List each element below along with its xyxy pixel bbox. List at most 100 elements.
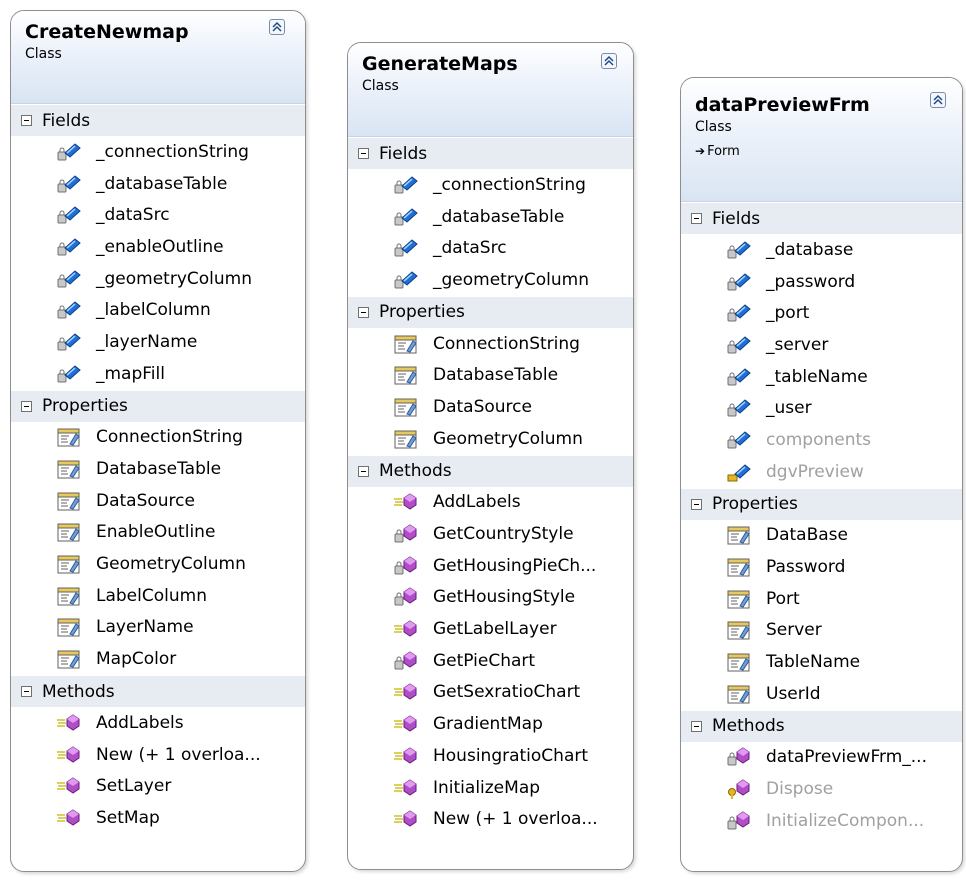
collapse-minus-icon[interactable] — [21, 400, 32, 412]
method-item[interactable]: GetHousingStyle — [348, 582, 633, 614]
collapse-minus-icon[interactable] — [691, 720, 702, 732]
collapse-minus-icon[interactable] — [358, 306, 369, 318]
property-item[interactable]: DataSource — [11, 485, 305, 517]
private-method-icon — [393, 523, 419, 545]
property-item[interactable]: LayerName — [11, 612, 305, 644]
property-item[interactable]: LabelColumn — [11, 580, 305, 612]
field-item[interactable]: _dataSrc — [348, 232, 633, 264]
collapse-chevron-icon[interactable] — [269, 19, 285, 35]
class-box-createnewmap[interactable]: CreateNewmap Class Fields _connectionStr… — [10, 10, 306, 872]
field-item[interactable]: _server — [681, 329, 962, 361]
method-item[interactable]: SetMap — [11, 802, 305, 834]
collapse-minus-icon[interactable] — [358, 465, 369, 477]
member-name: _dataSrc — [433, 238, 507, 259]
property-item[interactable]: Port — [681, 583, 962, 615]
public-method-icon — [393, 713, 419, 735]
method-item[interactable]: GetLabelLayer — [348, 613, 633, 645]
member-name: MapColor — [96, 649, 177, 670]
collapse-chevron-icon[interactable] — [601, 53, 617, 69]
method-item[interactable]: Dispose — [681, 773, 962, 805]
section-title: Fields — [42, 110, 91, 131]
method-item[interactable]: dataPreviewFrm_... — [681, 742, 962, 774]
class-box-datapreviewfrm[interactable]: dataPreviewFrm Class ➔ Form Fields _datab… — [680, 77, 963, 872]
field-item[interactable]: _connectionString — [348, 169, 633, 201]
methods-section-header[interactable]: Methods — [11, 675, 305, 707]
field-item[interactable]: _layerName — [11, 326, 305, 358]
method-item[interactable]: GetHousingPieCh... — [348, 550, 633, 582]
properties-section-header[interactable]: Properties — [348, 295, 633, 328]
field-item[interactable]: _labelColumn — [11, 294, 305, 326]
method-item[interactable]: GetCountryStyle — [348, 518, 633, 550]
property-item[interactable]: UserId — [681, 678, 962, 710]
field-item[interactable]: _mapFill — [11, 358, 305, 390]
collapse-minus-icon[interactable] — [691, 213, 702, 224]
public-method-icon — [393, 777, 419, 799]
fields-section-header[interactable]: Fields — [348, 137, 633, 169]
method-item[interactable]: New (+ 1 overloa... — [348, 803, 633, 835]
property-item[interactable]: DatabaseTable — [348, 359, 633, 391]
member-name: _dataSrc — [96, 205, 170, 226]
properties-section-header[interactable]: Properties — [681, 487, 962, 520]
property-item[interactable]: Password — [681, 551, 962, 583]
field-item[interactable]: _geometryColumn — [11, 263, 305, 295]
property-item[interactable]: DatabaseTable — [11, 453, 305, 485]
property-item[interactable]: GeometryColumn — [348, 423, 633, 455]
property-item[interactable]: TableName — [681, 646, 962, 678]
member-name: GetPieChart — [433, 650, 536, 671]
method-item[interactable]: New (+ 1 overloa... — [11, 739, 305, 771]
field-item[interactable]: _databaseTable — [11, 168, 305, 200]
collapse-minus-icon[interactable] — [21, 686, 32, 697]
public-method-icon — [56, 712, 82, 734]
field-item[interactable]: _databaseTable — [348, 201, 633, 233]
field-item[interactable]: components — [681, 424, 962, 456]
member-name: _databaseTable — [433, 206, 565, 227]
field-item[interactable]: _dataSrc — [11, 199, 305, 231]
class-box-generatemaps[interactable]: GenerateMaps Class Fields _connectionStr… — [347, 42, 634, 870]
field-item[interactable]: _user — [681, 392, 962, 424]
class-header: GenerateMaps Class — [348, 43, 633, 137]
method-item[interactable]: SetLayer — [11, 770, 305, 802]
field-item[interactable]: _database — [681, 234, 962, 266]
class-header: CreateNewmap Class — [11, 11, 305, 104]
collapse-minus-icon[interactable] — [691, 498, 702, 510]
fields-section-header[interactable]: Fields — [11, 104, 305, 136]
fields-section-header[interactable]: Fields — [681, 202, 962, 234]
properties-list: DataBase Password Port Server TableName UserI… — [681, 520, 962, 710]
method-item[interactable]: InitializeMap — [348, 772, 633, 804]
field-item[interactable]: _password — [681, 266, 962, 298]
property-icon — [56, 616, 82, 638]
property-item[interactable]: Server — [681, 615, 962, 647]
property-item[interactable]: DataBase — [681, 520, 962, 552]
method-item[interactable]: GetSexratioChart — [348, 677, 633, 709]
method-item[interactable]: GetPieChart — [348, 645, 633, 677]
methods-section-header[interactable]: Methods — [348, 454, 633, 487]
method-item[interactable]: AddLabels — [11, 707, 305, 739]
method-item[interactable]: InitializeCompon... — [681, 805, 962, 837]
property-icon — [393, 396, 419, 418]
properties-section-header[interactable]: Properties — [11, 389, 305, 422]
field-item[interactable]: _enableOutline — [11, 231, 305, 263]
field-item[interactable]: _geometryColumn — [348, 264, 633, 296]
field-item[interactable]: _tableName — [681, 361, 962, 393]
property-item[interactable]: EnableOutline — [11, 517, 305, 549]
methods-section-header[interactable]: Methods — [681, 709, 962, 742]
class-kind: Class — [25, 46, 62, 62]
method-item[interactable]: GradientMap — [348, 708, 633, 740]
collapse-minus-icon[interactable] — [358, 148, 369, 159]
property-item[interactable]: GeometryColumn — [11, 548, 305, 580]
collapse-chevron-icon[interactable] — [930, 92, 946, 108]
private-field-icon — [56, 236, 82, 258]
property-item[interactable]: MapColor — [11, 643, 305, 675]
method-item[interactable]: HousingratioChart — [348, 740, 633, 772]
method-item[interactable]: AddLabels — [348, 487, 633, 519]
property-item[interactable]: DataSource — [348, 391, 633, 423]
field-item[interactable]: _connectionString — [11, 136, 305, 168]
collapse-minus-icon[interactable] — [21, 115, 32, 126]
property-item[interactable]: ConnectionString — [348, 328, 633, 360]
member-name: GetLabelLayer — [433, 619, 557, 640]
field-item[interactable]: dgvPreview — [681, 456, 962, 488]
property-icon — [393, 364, 419, 386]
field-item[interactable]: _port — [681, 297, 962, 329]
property-item[interactable]: ConnectionString — [11, 422, 305, 454]
member-name: _connectionString — [433, 174, 586, 195]
